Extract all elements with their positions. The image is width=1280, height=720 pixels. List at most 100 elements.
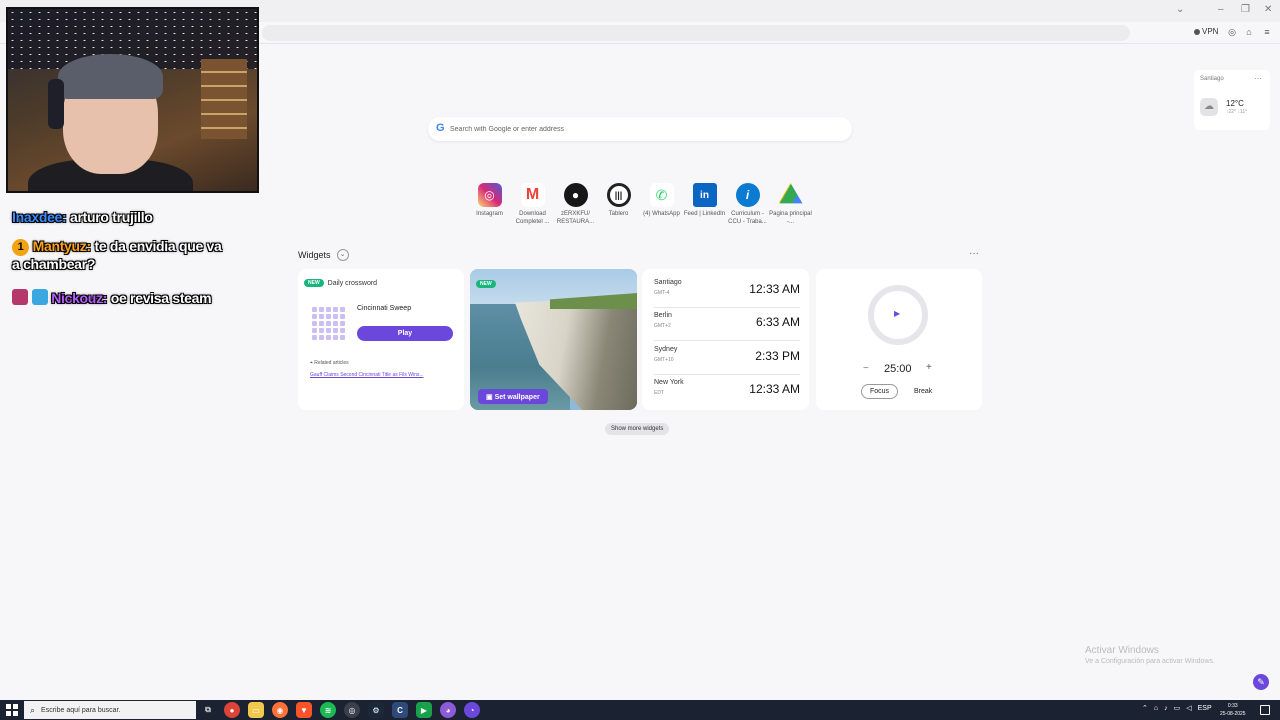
wallpaper-widget: NEW ▣ Set wallpaper bbox=[470, 269, 637, 410]
steam-icon[interactable]: ⚙ bbox=[368, 702, 384, 718]
microphone-icon[interactable]: ♪ bbox=[1164, 705, 1168, 712]
edit-icon[interactable]: ✎ bbox=[1253, 674, 1269, 690]
new-badge: NEW bbox=[476, 280, 496, 288]
webcam-overlay bbox=[6, 7, 259, 193]
minimize-button[interactable]: – bbox=[1218, 4, 1224, 15]
linkedin-icon: in bbox=[692, 183, 717, 207]
vpn-button[interactable]: VPN bbox=[1194, 27, 1218, 36]
crossword-title: Cincinnati Sweep bbox=[357, 305, 412, 312]
firefox-icon[interactable]: ◉ bbox=[272, 702, 288, 718]
extensions-icon[interactable]: ⌂ bbox=[1244, 27, 1254, 37]
chat-username: Mantyuz: bbox=[32, 238, 92, 254]
webcam-shelf bbox=[201, 59, 247, 139]
related-articles: ⌖ Related articles bbox=[310, 360, 349, 366]
search-input[interactable] bbox=[450, 121, 840, 137]
increase-button[interactable]: + bbox=[926, 362, 932, 373]
taskbar-time: 0:33 bbox=[1227, 703, 1238, 709]
network-icon[interactable]: ⌂ bbox=[1154, 705, 1158, 712]
speed-dial-label: zERXKFU/ RESTAURA... bbox=[556, 211, 595, 225]
taskbar-search-placeholder: Escribe aquí para buscar. bbox=[41, 706, 121, 714]
ccu-icon: i bbox=[735, 183, 760, 207]
decrease-button[interactable]: − bbox=[863, 363, 869, 374]
clock-tz: GMT+10 bbox=[654, 357, 674, 363]
task-view-icon[interactable]: ⧉ bbox=[200, 702, 216, 718]
whatsapp-icon: ✆ bbox=[649, 183, 674, 207]
set-wallpaper-button[interactable]: ▣ Set wallpaper bbox=[478, 389, 548, 404]
terminal-icon[interactable]: ▶ bbox=[416, 702, 432, 718]
browser-icon[interactable]: ◔ bbox=[464, 702, 480, 718]
tab-list-chevron-icon[interactable]: ⌄ bbox=[1176, 4, 1184, 15]
speed-dial-gmail[interactable]: M Download Completel ... bbox=[511, 183, 554, 226]
chat-text: oe revisa steam bbox=[110, 290, 212, 306]
speed-dials: ◎ Instagram M Download Completel ... ● z… bbox=[468, 183, 812, 226]
world-clock-widget: Santiago GMT-4 12:33 AM Berlin GMT+2 6:3… bbox=[642, 269, 809, 410]
speed-dial-label: (4) WhatsApp bbox=[643, 211, 680, 217]
taskbar-search[interactable]: ⌕ Escribe aquí para buscar. bbox=[24, 701, 196, 719]
article-link[interactable]: Gauff Claims Second Cincinnati Title as … bbox=[310, 372, 456, 378]
language-indicator[interactable]: ESP bbox=[1198, 705, 1212, 712]
show-more-widgets-button[interactable]: Show more widgets bbox=[605, 423, 670, 435]
speed-dial-label: Feed | LinkedIn bbox=[683, 211, 726, 217]
vpn-label: VPN bbox=[1202, 27, 1219, 36]
notifications-icon[interactable] bbox=[1260, 705, 1270, 715]
speed-dial-ccu[interactable]: i Curriculum - CCU - Traba... bbox=[726, 183, 769, 226]
speed-dial-drive[interactable]: Pagina principal -... bbox=[769, 183, 812, 226]
break-button[interactable]: Break bbox=[908, 384, 938, 399]
search-icon: ⌕ bbox=[30, 704, 36, 715]
speed-dial-whatsapp[interactable]: ✆ (4) WhatsApp bbox=[640, 183, 683, 226]
speed-dial-label: Pagina principal -... bbox=[769, 211, 812, 225]
instagram-icon: ◎ bbox=[477, 183, 502, 207]
weather-menu-icon[interactable]: ··· bbox=[1254, 74, 1262, 83]
chat-badge-icon: 1 bbox=[12, 239, 29, 256]
crossword-widget: NEW Daily crossword Cincinnati Sweep Pla… bbox=[298, 269, 464, 410]
weather-widget[interactable]: Santiago ··· ☁ 12°C ↑22° ↓11° bbox=[1194, 70, 1270, 130]
tablero-icon: ||| bbox=[606, 183, 631, 207]
close-button[interactable]: ✕ bbox=[1264, 4, 1272, 15]
speed-dial-label: Download Completel ... bbox=[515, 211, 550, 225]
clock-row: Berlin GMT+2 6:33 AM bbox=[654, 308, 800, 341]
chat-username: Inaxdee: bbox=[12, 209, 67, 225]
google-icon: G bbox=[436, 122, 445, 134]
taskbar-clock[interactable]: 0:33 25-08-2025 bbox=[1220, 702, 1246, 718]
taskbar-date: 25-08-2025 bbox=[1220, 711, 1246, 717]
focus-button[interactable]: Focus bbox=[861, 384, 899, 399]
address-bar[interactable] bbox=[262, 25, 1130, 41]
app-c-icon[interactable]: C bbox=[392, 702, 408, 718]
clock-city: Berlin bbox=[654, 312, 672, 319]
play-icon[interactable]: ▶ bbox=[894, 309, 900, 318]
speed-dial-instagram[interactable]: ◎ Instagram bbox=[468, 183, 511, 226]
clock-tz: GMT+2 bbox=[654, 323, 671, 329]
cloud-icon: ☁ bbox=[1200, 98, 1218, 116]
clock-tz: GMT-4 bbox=[654, 290, 670, 296]
chevron-down-icon[interactable]: ⌄ bbox=[336, 249, 349, 261]
speed-dial-tablero[interactable]: ||| Tablero bbox=[597, 183, 640, 226]
speed-dial-github[interactable]: ● zERXKFU/ RESTAURA... bbox=[554, 183, 597, 226]
speed-dial-linkedin[interactable]: in Feed | LinkedIn bbox=[683, 183, 726, 226]
chat-message: 1 Mantyuz: te da envidia que va a chambe… bbox=[12, 238, 222, 272]
timer-duration: 25:00 bbox=[884, 363, 912, 375]
menu-icon[interactable]: ≡ bbox=[1262, 27, 1272, 37]
drive-icon bbox=[778, 183, 803, 204]
maximize-button[interactable]: ❐ bbox=[1241, 4, 1250, 15]
widgets-menu-icon[interactable]: ··· bbox=[969, 248, 979, 259]
obs-icon[interactable]: ◎ bbox=[344, 702, 360, 718]
set-wallpaper-label: Set wallpaper bbox=[494, 393, 540, 401]
file-explorer-icon[interactable]: ▭ bbox=[248, 702, 264, 718]
new-badge: NEW bbox=[304, 279, 324, 287]
search-box[interactable]: G bbox=[428, 117, 852, 141]
activate-windows-title: Activar Windows bbox=[1085, 645, 1159, 656]
crossword-grid-icon bbox=[312, 307, 345, 340]
tray-expand-icon[interactable]: ⌃ bbox=[1142, 704, 1148, 712]
discord-icon[interactable]: ◕ bbox=[440, 702, 456, 718]
clock-time: 2:33 PM bbox=[755, 349, 800, 363]
brave-icon[interactable]: ▼ bbox=[296, 702, 312, 718]
account-icon[interactable]: ◎ bbox=[1227, 27, 1237, 37]
display-icon[interactable]: ▭ bbox=[1174, 704, 1181, 712]
system-tray: ⌃ ⌂ ♪ ▭ ◁ ESP bbox=[1142, 704, 1212, 713]
play-button[interactable]: Play bbox=[357, 326, 453, 341]
volume-icon[interactable]: ◁ bbox=[1186, 704, 1191, 712]
chrome-icon[interactable]: ● bbox=[224, 702, 240, 718]
webcam-person-beanie bbox=[58, 54, 163, 99]
windows-start-icon[interactable] bbox=[6, 704, 18, 716]
spotify-icon[interactable]: ≋ bbox=[320, 702, 336, 718]
